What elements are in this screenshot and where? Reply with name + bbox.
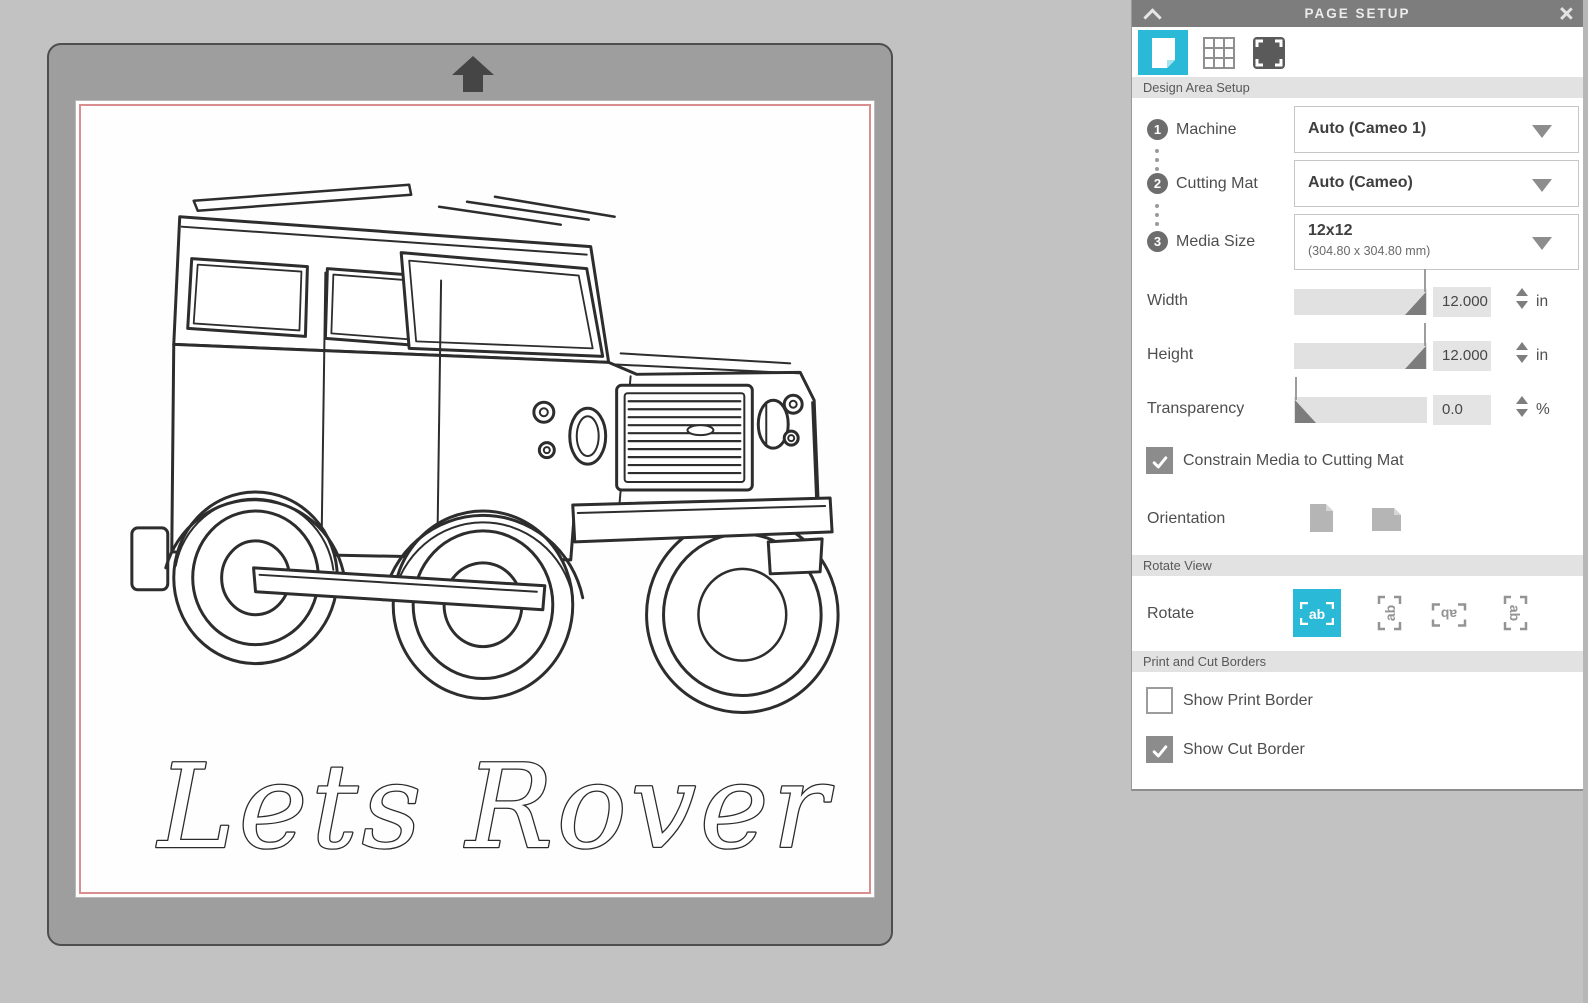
constrain-media-checkbox[interactable] [1146, 447, 1173, 474]
width-unit: in [1536, 293, 1549, 310]
section-rotate-view: Rotate View [1132, 555, 1583, 576]
chevron-down-icon [1532, 178, 1552, 192]
grid-icon [1203, 37, 1235, 69]
section-print-cut-borders: Print and Cut Borders [1132, 651, 1583, 672]
rotate-0-icon: ab [1300, 602, 1334, 625]
rotate-270-button[interactable]: ab [1498, 595, 1534, 631]
show-print-border-checkbox[interactable] [1146, 687, 1173, 714]
page-setup-panel: PAGE SETUP Design Area Setup 1 Machine A… [1131, 0, 1583, 791]
media-size-dropdown[interactable]: 12x12 (304.80 x 304.80 mm) [1294, 214, 1579, 270]
svg-text:ab: ab [1507, 605, 1523, 621]
slider-handle[interactable] [1405, 323, 1426, 369]
height-input[interactable]: 12.000 [1433, 341, 1491, 371]
slider-handle[interactable] [1295, 377, 1316, 423]
transparency-slider[interactable] [1294, 377, 1427, 423]
rotate-90-icon: ab [1377, 595, 1402, 631]
step-number-1: 1 [1147, 119, 1168, 140]
tab-grid-settings[interactable] [1200, 30, 1236, 75]
section-design-area-setup: Design Area Setup [1132, 77, 1583, 98]
machine-dropdown[interactable]: Auto (Cameo 1) [1294, 106, 1579, 153]
media-size-detail: (304.80 x 304.80 mm) [1308, 244, 1431, 258]
height-slider[interactable] [1294, 323, 1427, 369]
scroll-strip[interactable] [1583, 0, 1588, 1003]
cutting-mat-dropdown[interactable]: Auto (Cameo) [1294, 160, 1579, 207]
rotate-180-icon: ab [1431, 603, 1467, 627]
svg-text:ab: ab [1309, 606, 1325, 622]
orientation-landscape-button[interactable] [1370, 506, 1403, 538]
svg-text:ab: ab [1441, 607, 1457, 623]
checkmark-icon [1152, 456, 1168, 469]
height-unit: in [1536, 347, 1549, 364]
svg-text:ab: ab [1382, 605, 1398, 621]
media-load-arrow-icon [452, 56, 494, 92]
transparency-unit: % [1536, 401, 1550, 418]
rotate-180-button[interactable]: ab [1430, 601, 1468, 629]
transparency-stepper[interactable] [1516, 396, 1528, 417]
show-print-border-label: Show Print Border [1183, 692, 1313, 709]
app-window: Lets Rover PAGE SETUP Design Area Setup … [0, 0, 1588, 1003]
page-icon [1152, 38, 1175, 68]
checkmark-icon [1152, 745, 1168, 758]
show-cut-border-checkbox[interactable] [1146, 736, 1173, 763]
show-cut-border-label: Show Cut Border [1183, 741, 1305, 758]
cutting-mat-value: Auto (Cameo) [1308, 174, 1413, 191]
panel-title: PAGE SETUP [1304, 6, 1411, 21]
constrain-media-label: Constrain Media to Cutting Mat [1183, 452, 1404, 469]
tab-registration-marks[interactable] [1250, 30, 1288, 75]
design-page[interactable]: Lets Rover [75, 100, 875, 898]
slider-handle[interactable] [1405, 269, 1426, 315]
chevron-down-icon [1532, 124, 1552, 138]
width-stepper[interactable] [1516, 288, 1528, 309]
registration-marks-icon [1253, 37, 1285, 69]
rotate-270-icon: ab [1503, 595, 1528, 631]
tab-design-page-settings[interactable] [1138, 30, 1188, 75]
orientation-label: Orientation [1147, 510, 1226, 527]
portrait-page-icon [1310, 504, 1333, 532]
rotate-90-button[interactable]: ab [1371, 595, 1407, 631]
design-text: Lets Rover [156, 741, 833, 875]
media-size-value: 12x12 [1308, 222, 1353, 239]
width-label: Width [1147, 292, 1188, 309]
media-size-label: Media Size [1176, 233, 1256, 250]
orientation-portrait-button[interactable] [1308, 502, 1335, 539]
height-label: Height [1147, 346, 1194, 363]
step-number-3: 3 [1147, 231, 1168, 252]
close-panel-icon[interactable] [1558, 6, 1573, 21]
step-connector [1155, 149, 1160, 176]
cutting-mat-label: Cutting Mat [1176, 175, 1258, 192]
width-input[interactable]: 12.000 [1433, 287, 1491, 317]
width-slider[interactable] [1294, 269, 1427, 315]
chevron-down-icon [1532, 237, 1552, 250]
vehicle-line-art: Lets Rover [130, 183, 840, 876]
machine-label: Machine [1176, 121, 1237, 138]
height-stepper[interactable] [1516, 342, 1528, 363]
transparency-label: Transparency [1147, 400, 1245, 417]
rotate-label: Rotate [1147, 605, 1195, 622]
step-number-2: 2 [1147, 173, 1168, 194]
panel-header: PAGE SETUP [1132, 0, 1583, 27]
landscape-page-icon [1372, 508, 1401, 531]
transparency-input[interactable]: 0.0 [1433, 395, 1491, 425]
machine-value: Auto (Cameo 1) [1308, 120, 1427, 137]
step-connector [1155, 204, 1160, 231]
rotate-0-button[interactable]: ab [1293, 589, 1341, 637]
